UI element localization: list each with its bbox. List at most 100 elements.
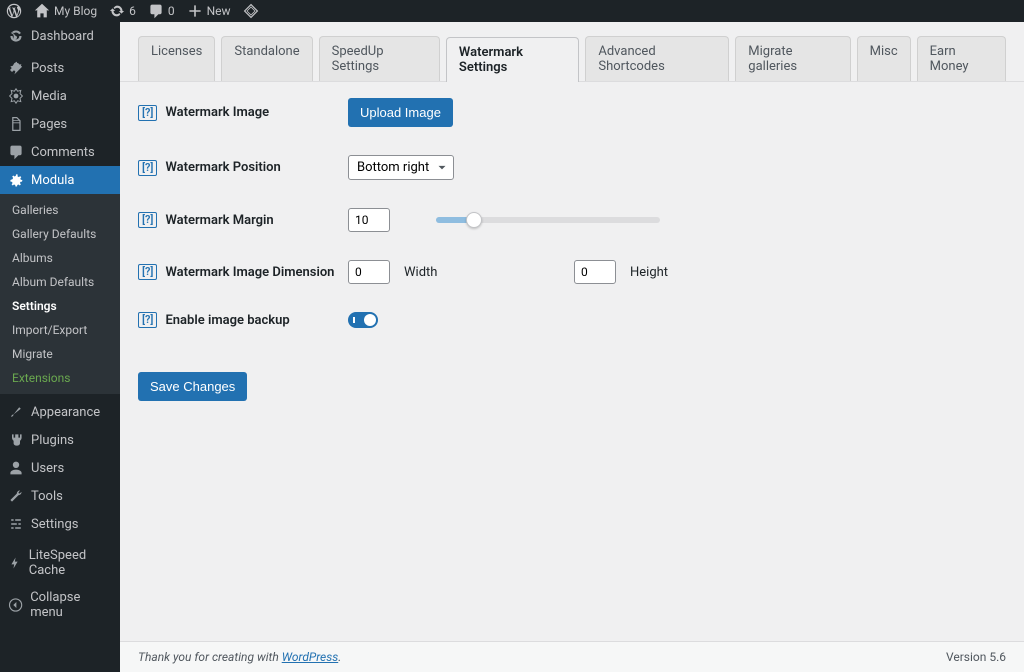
- field-label: Enable image backup: [165, 313, 289, 328]
- slider-thumb[interactable]: [466, 212, 482, 228]
- menu-label: Pages: [31, 117, 67, 132]
- sidebar-item-media[interactable]: Media: [0, 82, 120, 110]
- menu-label: Tools: [31, 489, 63, 504]
- dashboard-icon: [8, 28, 24, 44]
- field-label: Watermark Image: [165, 105, 269, 120]
- main-content: Licenses Standalone SpeedUp Settings Wat…: [120, 22, 1024, 672]
- sidebar-item-posts[interactable]: Posts: [0, 54, 120, 82]
- field-label: Watermark Margin: [165, 213, 273, 228]
- upload-image-button[interactable]: Upload Image: [348, 98, 453, 127]
- margin-input[interactable]: 10: [348, 208, 390, 232]
- width-input[interactable]: 0: [348, 260, 390, 284]
- sidebar-item-plugins[interactable]: Plugins: [0, 426, 120, 454]
- menu-label: Media: [31, 89, 67, 104]
- bolt-icon: [8, 555, 22, 571]
- sidebar-item-litespeed[interactable]: LiteSpeed Cache: [0, 542, 120, 584]
- sidebar-item-pages[interactable]: Pages: [0, 110, 120, 138]
- toggle-knob: [364, 314, 376, 326]
- menu-label: Plugins: [31, 433, 74, 448]
- diamond-icon: [243, 3, 259, 19]
- comments-link[interactable]: 0: [148, 3, 175, 19]
- help-icon[interactable]: [?]: [138, 212, 157, 228]
- sidebar-collapse[interactable]: Collapse menu: [0, 584, 120, 626]
- submenu-album-defaults[interactable]: Album Defaults: [0, 270, 120, 294]
- menu-label: Comments: [31, 145, 95, 160]
- menu-label: Posts: [31, 61, 64, 76]
- select-value: Bottom right: [357, 160, 429, 175]
- version-text: Version 5.6: [946, 650, 1006, 664]
- help-icon[interactable]: [?]: [138, 264, 157, 280]
- wrench-icon: [8, 488, 24, 504]
- sidebar-item-settings[interactable]: Settings: [0, 510, 120, 538]
- comment-icon: [148, 3, 164, 19]
- menu-label: Appearance: [31, 405, 100, 420]
- row-watermark-margin: [?] Watermark Margin 10: [138, 208, 1006, 232]
- plus-icon: [187, 3, 203, 19]
- site-name-link[interactable]: My Blog: [34, 3, 97, 19]
- help-icon[interactable]: [?]: [138, 312, 157, 328]
- field-label: Watermark Image Dimension: [165, 265, 334, 280]
- tab-misc[interactable]: Misc: [857, 36, 911, 81]
- sidebar-item-modula[interactable]: Modula: [0, 166, 120, 194]
- new-content-link[interactable]: New: [187, 3, 231, 19]
- plugin-icon: [8, 432, 24, 448]
- update-icon: [109, 3, 125, 19]
- margin-slider[interactable]: [436, 217, 660, 223]
- admin-sidebar: Dashboard Posts Media Pages Comments Mod…: [0, 22, 120, 672]
- menu-label: Users: [31, 461, 64, 476]
- gear-icon: [8, 172, 24, 188]
- tab-watermark[interactable]: Watermark Settings: [446, 37, 579, 82]
- modula-adminbar-icon[interactable]: [243, 3, 259, 19]
- tab-speedup[interactable]: SpeedUp Settings: [319, 36, 440, 81]
- updates-link[interactable]: 6: [109, 3, 136, 19]
- footer-suffix: .: [338, 650, 341, 664]
- submenu-galleries[interactable]: Galleries: [0, 198, 120, 222]
- submenu-import-export[interactable]: Import/Export: [0, 318, 120, 342]
- tab-licenses[interactable]: Licenses: [138, 36, 215, 81]
- comments-count: 0: [168, 4, 175, 18]
- wordpress-icon: [6, 3, 22, 19]
- sliders-icon: [8, 516, 24, 532]
- settings-tabs: Licenses Standalone SpeedUp Settings Wat…: [120, 22, 1024, 82]
- wordpress-link[interactable]: WordPress: [282, 650, 339, 664]
- height-input[interactable]: 0: [574, 260, 616, 284]
- row-enable-backup: [?] Enable image backup: [138, 312, 1006, 328]
- field-label: Watermark Position: [165, 160, 280, 175]
- submenu-albums[interactable]: Albums: [0, 246, 120, 270]
- submenu-settings[interactable]: Settings: [0, 294, 120, 318]
- submenu-migrate[interactable]: Migrate: [0, 342, 120, 366]
- tab-standalone[interactable]: Standalone: [221, 36, 312, 81]
- admin-footer: Thank you for creating with WordPress. V…: [120, 641, 1024, 672]
- save-changes-button[interactable]: Save Changes: [138, 372, 247, 401]
- collapse-icon: [8, 597, 23, 613]
- pin-icon: [8, 60, 24, 76]
- modula-submenu: Galleries Gallery Defaults Albums Album …: [0, 194, 120, 394]
- menu-label: Collapse menu: [30, 590, 112, 620]
- sidebar-item-tools[interactable]: Tools: [0, 482, 120, 510]
- toggle-indicator: [353, 317, 355, 323]
- tab-migrate-galleries[interactable]: Migrate galleries: [735, 36, 850, 81]
- submenu-extensions[interactable]: Extensions: [0, 366, 120, 390]
- help-icon[interactable]: [?]: [138, 160, 157, 176]
- tab-earn-money[interactable]: Earn Money: [917, 36, 1006, 81]
- page-icon: [8, 116, 24, 132]
- menu-label: LiteSpeed Cache: [29, 548, 112, 578]
- help-icon[interactable]: [?]: [138, 105, 157, 121]
- updates-count: 6: [129, 4, 136, 18]
- admin-toolbar: My Blog 6 0 New: [0, 0, 1024, 22]
- footer-text: Thank you for creating with: [138, 650, 282, 664]
- menu-label: Dashboard: [31, 29, 94, 44]
- backup-toggle[interactable]: [348, 312, 378, 328]
- wordpress-logo-menu[interactable]: [6, 3, 22, 19]
- tab-advanced-shortcodes[interactable]: Advanced Shortcodes: [585, 36, 729, 81]
- site-name-text: My Blog: [54, 4, 97, 18]
- sidebar-item-dashboard[interactable]: Dashboard: [0, 22, 120, 50]
- sidebar-item-users[interactable]: Users: [0, 454, 120, 482]
- row-watermark-image: [?] Watermark Image Upload Image: [138, 98, 1006, 127]
- position-select[interactable]: Bottom right: [348, 155, 454, 180]
- row-watermark-dimension: [?] Watermark Image Dimension 0 Width 0 …: [138, 260, 1006, 284]
- width-label: Width: [404, 265, 454, 280]
- sidebar-item-appearance[interactable]: Appearance: [0, 398, 120, 426]
- submenu-gallery-defaults[interactable]: Gallery Defaults: [0, 222, 120, 246]
- sidebar-item-comments[interactable]: Comments: [0, 138, 120, 166]
